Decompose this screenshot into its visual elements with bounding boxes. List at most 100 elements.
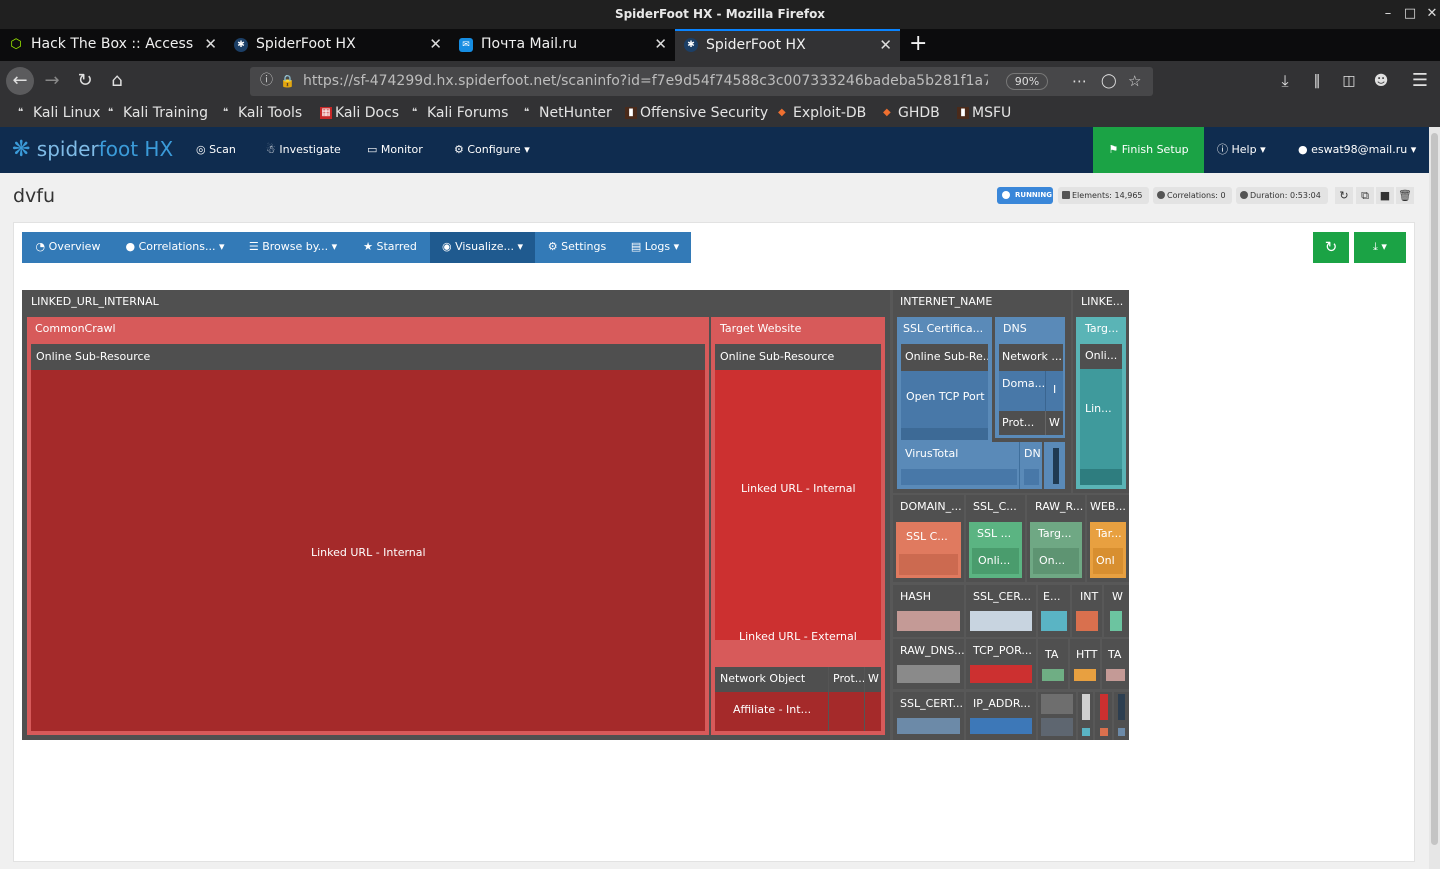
tm-network[interactable]: Network ... (999, 344, 1063, 371)
tm-linked-url-internal[interactable]: LINKED_URL_INTERNAL CommonCrawl Online S… (22, 290, 890, 740)
tm-i[interactable]: I (1045, 371, 1063, 411)
close-tab-icon[interactable]: ✕ (879, 31, 892, 60)
tm-ta-sub[interactable] (1042, 669, 1064, 681)
tm-lin[interactable]: Lin... (1080, 369, 1122, 469)
tm-e-sub[interactable] (1041, 611, 1067, 631)
bookmark-kali-training[interactable]: ❝ Kali Training (108, 101, 208, 127)
tm-w-dns[interactable]: W (1045, 411, 1063, 435)
tm-onli-green[interactable]: Onli... (972, 548, 1019, 574)
tm-tar[interactable]: Tar... Onl (1090, 522, 1126, 578)
reload-icon[interactable]: ↻ (71, 67, 99, 95)
clone-scan-icon[interactable]: ⧉ (1356, 187, 1374, 204)
tm-targ[interactable]: Targ... Onli... Lin... (1076, 317, 1126, 489)
tm-raw-r[interactable]: RAW_R... Targ... On... (1027, 495, 1085, 582)
tm-onli[interactable]: Onli... (1080, 344, 1122, 369)
close-tab-icon[interactable]: ✕ (204, 29, 217, 60)
finish-setup-button[interactable]: ⚑ Finish Setup (1093, 127, 1204, 173)
tm-tcp-por[interactable]: TCP_POR... (966, 639, 1036, 689)
tm-ssl-cer[interactable]: SSL_CER... (966, 585, 1036, 637)
help-menu[interactable]: ⓘ Help ▾ (1217, 127, 1266, 173)
bookmark-msfu[interactable]: ▮ MSFU (957, 101, 1011, 127)
tm-small-d1[interactable] (1118, 694, 1125, 720)
tm-onl[interactable]: Onl (1093, 548, 1123, 574)
tm-ip-addr[interactable]: IP_ADDR... (966, 692, 1036, 740)
tab-settings[interactable]: ⚙ Settings (535, 232, 619, 263)
tm-internet-misc-sub[interactable] (1053, 448, 1059, 484)
bookmark-offensive-security[interactable]: ▮ Offensive Security (625, 101, 768, 127)
forward-icon[interactable]: → (38, 67, 66, 95)
tm-w3-sub[interactable] (1110, 611, 1122, 631)
tm-prot[interactable]: Prot... (828, 667, 864, 731)
tm-int[interactable]: INT (1072, 585, 1102, 637)
tm-ta[interactable]: TA (1038, 639, 1068, 689)
minimize-icon[interactable]: – (1376, 0, 1400, 29)
tm-on[interactable]: On... (1033, 548, 1079, 574)
close-window-icon[interactable]: ✕ (1420, 0, 1440, 29)
tab-logs[interactable]: ▤ Logs ▾ (619, 232, 691, 263)
page-actions-icon[interactable]: ⋯ (1072, 67, 1087, 95)
tm-raw-dns[interactable]: RAW_DNS... (893, 639, 964, 689)
tm-ssl-green[interactable]: SSL ... Onli... (969, 522, 1022, 578)
refresh-scan-icon[interactable]: ↻ (1335, 187, 1353, 204)
home-icon[interactable]: ⌂ (103, 67, 131, 95)
tm-targ-green[interactable]: Targ... On... (1030, 522, 1082, 578)
close-tab-icon[interactable]: ✕ (654, 29, 667, 60)
tm-dn[interactable]: DN (1019, 442, 1042, 489)
account-icon[interactable]: ☻ (1367, 67, 1395, 95)
tab-browse-by[interactable]: ☰ Browse by... ▾ (236, 232, 350, 263)
tm-domain[interactable]: DOMAIN_... SSL C... (893, 495, 964, 582)
tm-virustotal[interactable]: VirusTotal (897, 442, 1019, 489)
close-tab-icon[interactable]: ✕ (429, 29, 442, 60)
tm-web[interactable]: WEB... Tar... Onl (1087, 495, 1129, 582)
bookmark-kali-linux[interactable]: ❝ Kali Linux (18, 101, 100, 127)
tm-e[interactable]: E... (1038, 585, 1070, 637)
tm-prot-dns[interactable]: Prot... (999, 411, 1045, 435)
tm-small-a[interactable] (1038, 692, 1076, 740)
tm-small-d[interactable] (1114, 692, 1129, 740)
tab-spiderfoot-2[interactable]: ✱ SpiderFoot HX ✕ (675, 29, 900, 61)
downloads-icon[interactable]: ⤓ (1271, 67, 1299, 95)
tm-commoncrawl[interactable]: CommonCrawl Online Sub-Resource Linked U… (27, 317, 709, 735)
tm-w[interactable]: W (864, 667, 881, 731)
tab-overview[interactable]: ◔ Overview (22, 232, 114, 263)
tm-int-sub[interactable] (1076, 611, 1098, 631)
back-icon[interactable]: ← (6, 67, 34, 95)
tab-spiderfoot-1[interactable]: ✱ SpiderFoot HX ✕ (225, 29, 450, 61)
tm-ssl-certificate[interactable]: SSL Certifica... Online Sub-Re... Open T… (897, 317, 992, 462)
nav-investigate[interactable]: ☃ Investigate (266, 127, 341, 173)
bookmark-star-icon[interactable]: ☆ (1128, 67, 1141, 95)
maximize-icon[interactable]: □ (1398, 0, 1422, 29)
bookmark-kali-docs[interactable]: ▦ Kali Docs (320, 101, 399, 127)
bookmark-nethunter[interactable]: ❝ NetHunter (524, 101, 612, 127)
bookmark-ghdb[interactable]: ◆ GHDB (883, 101, 940, 127)
page-scrollbar[interactable] (1429, 127, 1440, 869)
lock-icon[interactable]: 🔒 (280, 67, 295, 95)
user-menu[interactable]: ● eswat98@mail.ru ▾ (1298, 127, 1416, 173)
info-icon[interactable]: ⓘ (260, 67, 273, 95)
tm-ssl-cert-sub[interactable] (897, 718, 960, 734)
tm-w3[interactable]: W (1104, 585, 1129, 637)
stop-scan-icon[interactable]: ■ (1376, 187, 1394, 204)
bookmark-exploit-db[interactable]: ◆ Exploit-DB (778, 101, 866, 127)
tm-virustotal-sub[interactable] (901, 469, 1017, 485)
tm-ta2-sub[interactable] (1106, 669, 1125, 681)
tm-doma[interactable]: Doma... (999, 371, 1045, 411)
tm-hash[interactable]: HASH (893, 585, 964, 637)
scrollbar-thumb[interactable] (1431, 133, 1438, 845)
tm-small-c2[interactable] (1100, 728, 1108, 736)
tm-ssl-cert[interactable]: SSL_CERT... (893, 692, 964, 740)
tm-lin-sub[interactable] (1080, 469, 1122, 485)
refresh-button[interactable]: ↻ (1313, 232, 1349, 263)
tm-hash-sub[interactable] (897, 611, 960, 631)
tab-visualize[interactable]: ◉ Visualize... ▾ (430, 232, 535, 263)
tab-mail-ru[interactable]: ✉ Почта Mail.ru ✕ (450, 29, 675, 61)
tm-ip-addr-sub[interactable] (970, 718, 1032, 734)
tm-online-sub-re[interactable]: Online Sub-Re... (901, 344, 988, 371)
url-text[interactable]: https://sf-474299d.hx.spiderfoot.net/sca… (303, 67, 988, 95)
tm-dn-sub[interactable] (1024, 469, 1039, 485)
tab-correlations[interactable]: ● Correlations... ▾ (114, 232, 236, 263)
tm-dns[interactable]: DNS Network ... Doma... I Prot... W (995, 317, 1065, 438)
nav-configure[interactable]: ⚙ Configure ▾ (454, 127, 530, 173)
bookmark-kali-tools[interactable]: ❝ Kali Tools (223, 101, 302, 127)
tm-ssl-sub[interactable] (901, 428, 988, 440)
